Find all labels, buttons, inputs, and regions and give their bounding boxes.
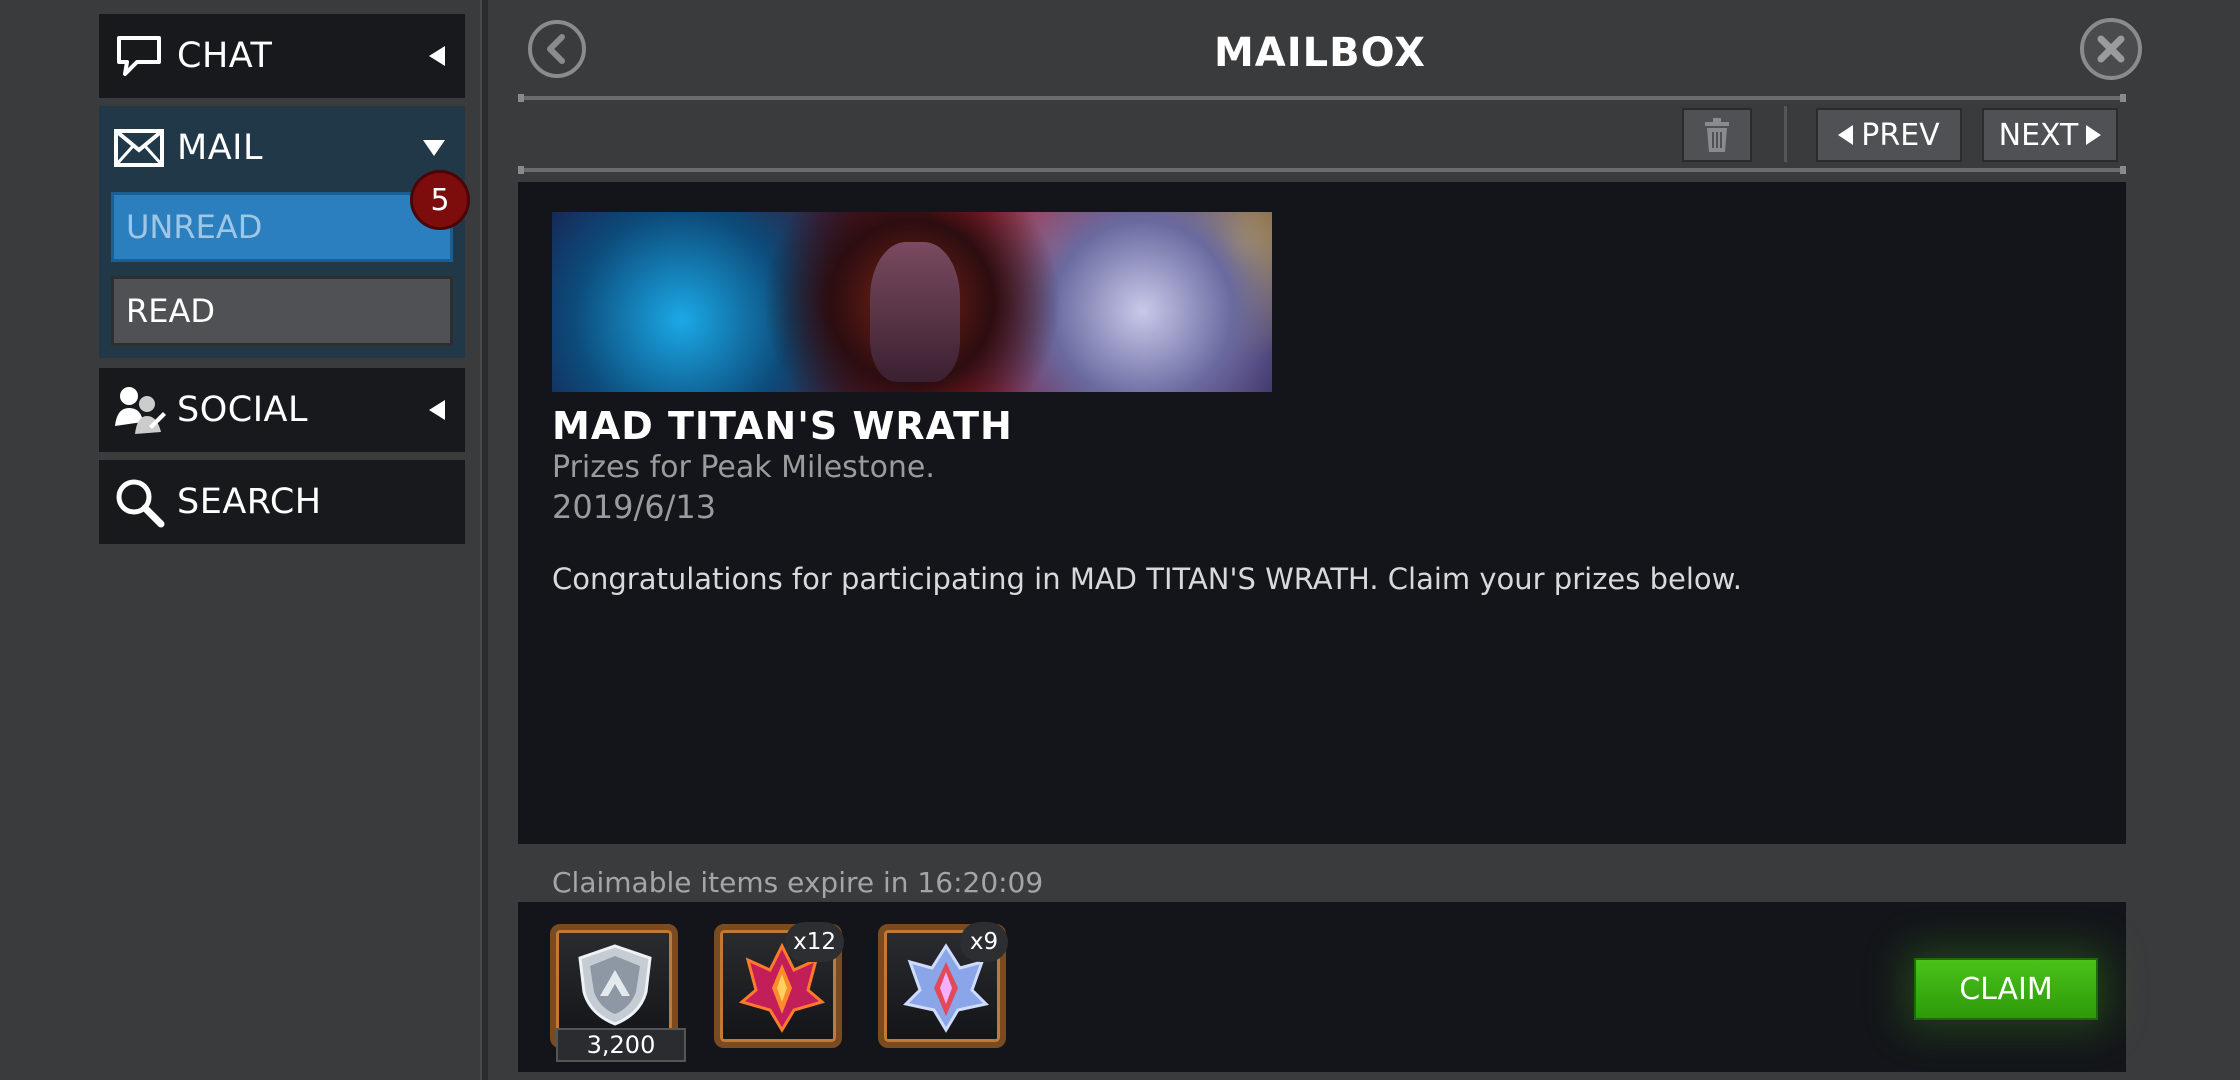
sidebar-item-mail[interactable]: MAIL [99, 106, 465, 190]
prev-button[interactable]: PREV [1816, 108, 1962, 162]
sidebar-divider [480, 0, 488, 1080]
next-button[interactable]: NEXT [1982, 108, 2118, 162]
reward-item[interactable]: 3,200 [550, 924, 686, 1062]
alliance-shield-icon [578, 944, 652, 1026]
mail-icon [111, 120, 167, 176]
back-arrow-icon [547, 34, 565, 64]
toolbar-divider [518, 166, 2126, 174]
chevron-left-icon [429, 400, 445, 420]
back-button[interactable] [528, 20, 586, 78]
prev-arrow-icon [1838, 125, 1854, 145]
chevron-down-icon [423, 140, 445, 156]
next-label: NEXT [1998, 117, 2079, 153]
sidebar-item-label: CHAT [177, 36, 273, 76]
next-arrow-icon [2086, 125, 2102, 145]
sidebar-subitem-unread[interactable]: UNREAD [111, 192, 453, 262]
message-subtitle: Prizes for Peak Milestone. [552, 450, 935, 485]
claim-button[interactable]: CLAIM [1914, 958, 2098, 1020]
expire-notice: Claimable items expire in 16:20:09 [552, 866, 1044, 899]
search-icon [111, 474, 167, 530]
chevron-left-icon [429, 46, 445, 66]
sidebar-subitem-read[interactable]: READ [111, 276, 453, 346]
sidebar-item-chat[interactable]: CHAT [99, 14, 465, 98]
sidebar-item-label: SEARCH [177, 482, 322, 522]
header-divider [518, 94, 2126, 102]
sidebar: CHAT MAIL UNREAD 5 READ SOCIAL SEARCH [0, 0, 484, 1080]
sidebar-item-label: SOCIAL [177, 390, 308, 430]
banner-character [870, 242, 960, 382]
message-panel: MAD TITAN'S WRATH Prizes for Peak Milest… [518, 182, 2126, 844]
close-button[interactable] [2080, 18, 2142, 80]
reward-count: x9 [960, 922, 1008, 962]
reward-item[interactable]: x9 [878, 922, 1008, 1048]
close-icon [2097, 35, 2125, 63]
sidebar-item-search[interactable]: SEARCH [99, 460, 465, 544]
chat-icon [111, 28, 167, 84]
message-body: Congratulations for participating in MAD… [552, 562, 1742, 596]
page-title: MAILBOX [1213, 30, 1427, 76]
sidebar-item-label: MAIL [177, 128, 263, 168]
rewards-bar: 3,200 x12 x9 CLAIM [518, 902, 2126, 1072]
reward-item[interactable]: x12 [714, 922, 844, 1048]
reward-quantity: 3,200 [556, 1028, 686, 1062]
trash-icon [1705, 118, 1729, 152]
toolbar-separator [1784, 106, 1787, 162]
prev-label: PREV [1861, 117, 1940, 153]
sidebar-item-social[interactable]: SOCIAL [99, 368, 465, 452]
event-banner-image [552, 212, 1272, 392]
delete-button[interactable] [1682, 108, 1752, 162]
message-title: MAD TITAN'S WRATH [552, 404, 1013, 448]
unread-count-badge: 5 [410, 170, 470, 230]
message-date: 2019/6/13 [552, 488, 717, 526]
reward-count: x12 [785, 922, 844, 962]
social-icon [111, 382, 167, 438]
